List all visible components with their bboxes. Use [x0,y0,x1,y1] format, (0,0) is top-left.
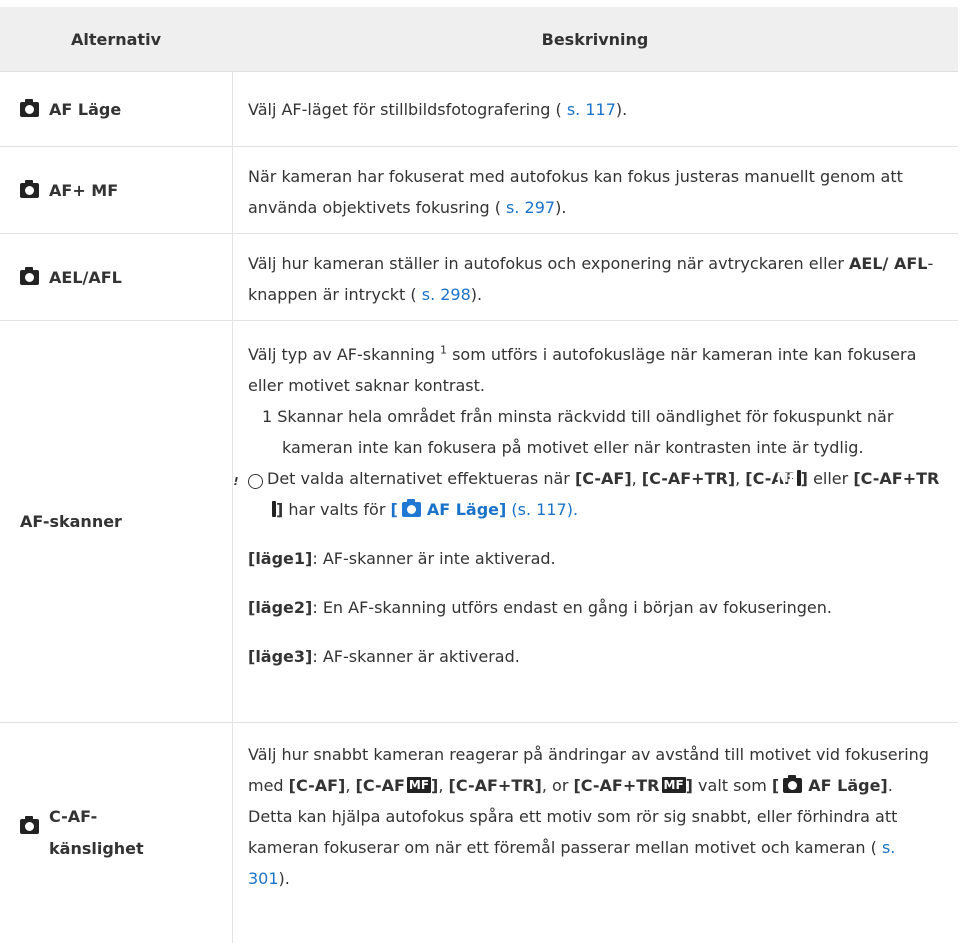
footnote-marker: 1 [439,343,447,357]
options-table: Alternativ Beskrivning AF Läge Välj AF-l… [0,7,958,943]
description-cell: Välj hur snabbt kameran reagerar på ändr… [248,745,929,888]
camera-icon [20,98,39,117]
description-cell: Välj hur kameran ställer in autofokus oc… [248,254,934,304]
camera-icon [783,775,803,793]
camera-icon [401,499,421,517]
caution-icon: ! [234,474,263,489]
camera-icon [20,179,39,198]
page-ref-link[interactable]: (s. 117). [511,500,578,519]
mf-icon: MF [406,777,432,793]
table-row-af-mode: AF Läge Välj AF-läget för stillbildsfoto… [0,72,958,147]
header-option: Alternativ [70,29,161,49]
description-cell: När kameran har fokuserat med autofokus … [248,167,903,217]
page-ref-link[interactable]: s. 297 [506,198,555,217]
camera-icon [20,816,39,834]
option-label: AF-skanner [20,512,122,531]
option-label: AF Läge [49,99,122,119]
table-row-af-scanner: AF-skanner Välj typ av AF-skanning 1 som… [0,321,958,723]
mf-icon: MF [661,777,686,793]
option-label-line1: C-AF- [49,807,98,826]
page-ref-link[interactable]: s. 298 [422,285,471,304]
table-row-ael-afl: AEL/AFL Välj hur kameran ställer in auto… [0,234,958,321]
mode-2: [läge2]: En AF-skanning utförs endast en… [248,598,832,617]
description-cell: Välj AF-läget för stillbildsfotograferin… [248,99,628,119]
option-label: AF+ MF [49,180,119,200]
page-ref-link[interactable]: s. 117 [567,100,616,119]
table-row-caf-sensitivity: C-AF- känslighet Välj hur snabbt kameran… [0,723,958,943]
table-row-af-mf: AF+ MF När kameran har fokuserat med aut… [0,147,958,234]
mode-3: [läge3]: AF-skanner är aktiverad. [248,647,520,666]
table-header-row: Alternativ Beskrivning [0,7,958,72]
af-mode-link[interactable]: [AF Läge] [391,499,506,519]
note: ! Det valda alternativet effektueras när … [233,469,940,519]
camera-icon [20,266,39,285]
mode-1: [läge1]: AF-skanner är inte aktiverad. [248,549,556,568]
footnote: 1 Skannar hela området från minsta räckv… [262,407,894,457]
option-label-line2: känslighet [49,839,144,858]
header-description: Beskrivning [541,29,649,49]
option-label: AEL/AFL [49,267,122,287]
description-cell: Välj typ av AF-skanning 1 som utförs i a… [232,321,958,722]
